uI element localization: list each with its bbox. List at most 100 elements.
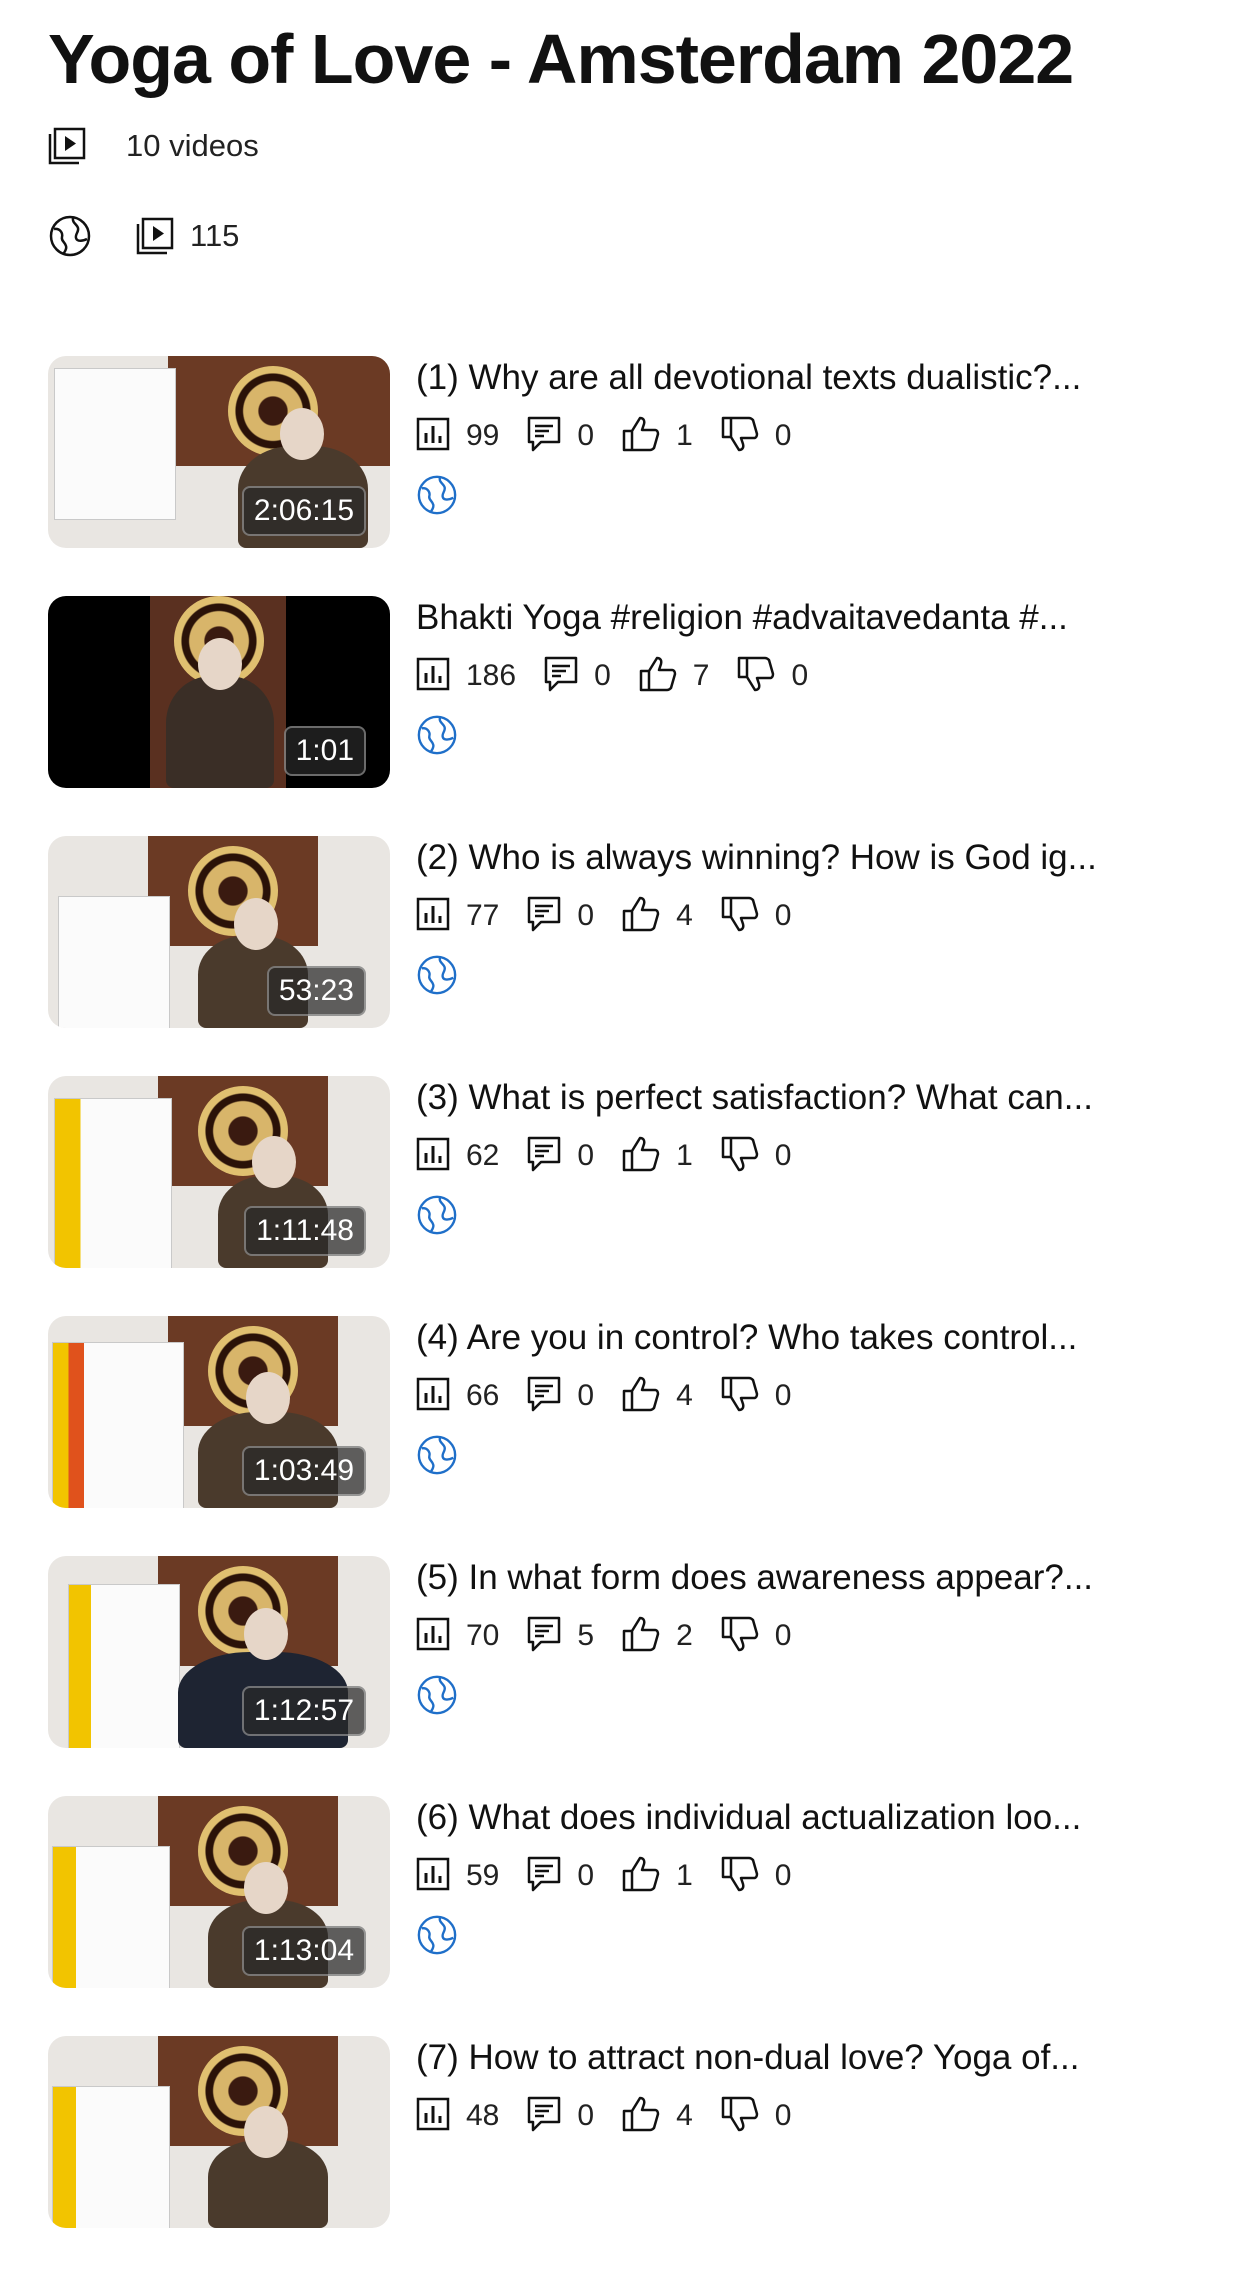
- video-stats: 99 0 1 0: [416, 416, 1206, 456]
- video-item[interactable]: 1:12:57 (5) In what form does awareness …: [0, 1556, 1242, 1796]
- thumbs-down-icon[interactable]: [721, 1376, 759, 1417]
- video-title[interactable]: (3) What is perfect satisfaction? What c…: [416, 1076, 1206, 1120]
- likes-count: 4: [676, 1379, 693, 1412]
- video-thumbnail[interactable]: 53:23: [48, 836, 390, 1028]
- globe-icon: [416, 475, 458, 520]
- video-title[interactable]: (1) Why are all devotional texts dualist…: [416, 356, 1206, 400]
- views-count: 70: [466, 1619, 500, 1652]
- thumbs-up-icon[interactable]: [622, 1616, 660, 1657]
- video-stats: 62 0 1 0: [416, 1136, 1206, 1176]
- video-list: 2:06:15 (1) Why are all devotional texts…: [0, 356, 1242, 2276]
- video-thumbnail[interactable]: 1:12:57: [48, 1556, 390, 1748]
- video-item[interactable]: 2:06:15 (1) Why are all devotional texts…: [0, 356, 1242, 596]
- video-title[interactable]: (5) In what form does awareness appear?.…: [416, 1556, 1206, 1600]
- views-icon: [416, 1377, 450, 1416]
- video-duration: 1:12:57: [241, 1686, 366, 1736]
- video-title[interactable]: (2) Who is always winning? How is God ig…: [416, 836, 1206, 880]
- likes-count: 1: [676, 1139, 693, 1172]
- video-thumbnail[interactable]: [48, 2036, 390, 2228]
- thumbs-down-icon[interactable]: [721, 896, 759, 937]
- video-item[interactable]: 53:23 (2) Who is always winning? How is …: [0, 836, 1242, 1076]
- comment-icon: [527, 1616, 561, 1657]
- thumbs-up-icon[interactable]: [622, 896, 660, 937]
- video-stats: 186 0 7 0: [416, 656, 1206, 696]
- globe-icon: [416, 715, 458, 760]
- views-count: 62: [466, 1139, 500, 1172]
- video-item[interactable]: 1:11:48 (3) What is perfect satisfaction…: [0, 1076, 1242, 1316]
- video-thumbnail[interactable]: 1:01: [48, 596, 390, 788]
- dislikes-count: 0: [774, 1859, 792, 1892]
- video-duration: 2:06:15: [241, 486, 366, 536]
- thumbs-down-icon[interactable]: [721, 1136, 759, 1177]
- video-item[interactable]: 1:13:04 (6) What does individual actuali…: [0, 1796, 1242, 2036]
- comments-count: 5: [577, 1619, 595, 1652]
- views-icon: [416, 1857, 450, 1896]
- views-icon: [416, 2097, 450, 2136]
- playlist-visibility-row: 115: [48, 214, 239, 258]
- comments-count: 0: [577, 419, 595, 452]
- likes-count: 4: [676, 899, 693, 932]
- dislikes-count: 0: [774, 899, 792, 932]
- globe-icon: [416, 1915, 458, 1960]
- video-item[interactable]: 1:01 Bhakti Yoga #religion #advaitavedan…: [0, 596, 1242, 836]
- video-title[interactable]: Bhakti Yoga #religion #advaitavedanta #.…: [416, 596, 1206, 640]
- comment-icon: [527, 1856, 561, 1897]
- page-title: Yoga of Love - Amsterdam 2022: [48, 20, 1074, 98]
- video-duration: 1:01: [283, 726, 366, 776]
- likes-count: 1: [676, 419, 693, 452]
- video-thumbnail[interactable]: 1:13:04: [48, 1796, 390, 1988]
- likes-count: 7: [692, 659, 710, 692]
- video-item[interactable]: 1:03:49 (4) Are you in control? Who take…: [0, 1316, 1242, 1556]
- comment-icon: [527, 1376, 561, 1417]
- video-thumbnail[interactable]: 2:06:15: [48, 356, 390, 548]
- video-item[interactable]: (7) How to attract non-dual love? Yoga o…: [0, 2036, 1242, 2276]
- likes-count: 2: [676, 1619, 693, 1652]
- video-duration: 1:11:48: [244, 1206, 366, 1256]
- thumbs-up-icon[interactable]: [622, 2096, 660, 2137]
- playlist-icon: [136, 217, 174, 255]
- thumbs-up-icon[interactable]: [639, 656, 677, 697]
- thumbs-up-icon[interactable]: [622, 1856, 660, 1897]
- globe-icon[interactable]: [48, 214, 92, 258]
- views-icon: [416, 417, 450, 456]
- views-count: 99: [466, 419, 500, 452]
- dislikes-count: 0: [774, 1619, 792, 1652]
- video-duration: 53:23: [266, 966, 366, 1016]
- views-count: 59: [466, 1859, 500, 1892]
- thumbs-down-icon[interactable]: [737, 656, 775, 697]
- comment-icon: [527, 1136, 561, 1177]
- thumbs-up-icon[interactable]: [622, 1376, 660, 1417]
- views-icon: [416, 657, 450, 696]
- comments-count: 0: [577, 1859, 595, 1892]
- video-stats: 70 5 2 0: [416, 1616, 1206, 1656]
- comments-count: 0: [577, 1139, 595, 1172]
- thumbs-up-icon[interactable]: [622, 416, 660, 457]
- video-duration: 1:03:49: [241, 1446, 366, 1496]
- playlist-video-count: 10 videos: [48, 127, 259, 165]
- video-thumbnail[interactable]: 1:11:48: [48, 1076, 390, 1268]
- video-thumbnail[interactable]: 1:03:49: [48, 1316, 390, 1508]
- comment-icon: [544, 656, 578, 697]
- comments-count: 0: [577, 2099, 595, 2132]
- views-count: 66: [466, 1379, 500, 1412]
- video-count-text: 10 videos: [126, 128, 259, 163]
- globe-icon: [416, 1195, 458, 1240]
- views-icon: [416, 1617, 450, 1656]
- views-count: 48: [466, 2099, 500, 2132]
- globe-icon: [416, 1435, 458, 1480]
- video-stats: 66 0 4 0: [416, 1376, 1206, 1416]
- video-stats: 77 0 4 0: [416, 896, 1206, 936]
- comments-count: 0: [577, 899, 595, 932]
- video-title[interactable]: (7) How to attract non-dual love? Yoga o…: [416, 2036, 1206, 2080]
- thumbs-down-icon[interactable]: [721, 1856, 759, 1897]
- views-icon: [416, 897, 450, 936]
- thumbs-down-icon[interactable]: [721, 1616, 759, 1657]
- thumbs-down-icon[interactable]: [721, 2096, 759, 2137]
- views-icon: [416, 1137, 450, 1176]
- video-title[interactable]: (4) Are you in control? Who takes contro…: [416, 1316, 1206, 1360]
- thumbs-up-icon[interactable]: [622, 1136, 660, 1177]
- video-title[interactable]: (6) What does individual actualization l…: [416, 1796, 1206, 1840]
- comments-count: 0: [577, 1379, 595, 1412]
- thumbs-down-icon[interactable]: [721, 416, 759, 457]
- comment-icon: [527, 416, 561, 457]
